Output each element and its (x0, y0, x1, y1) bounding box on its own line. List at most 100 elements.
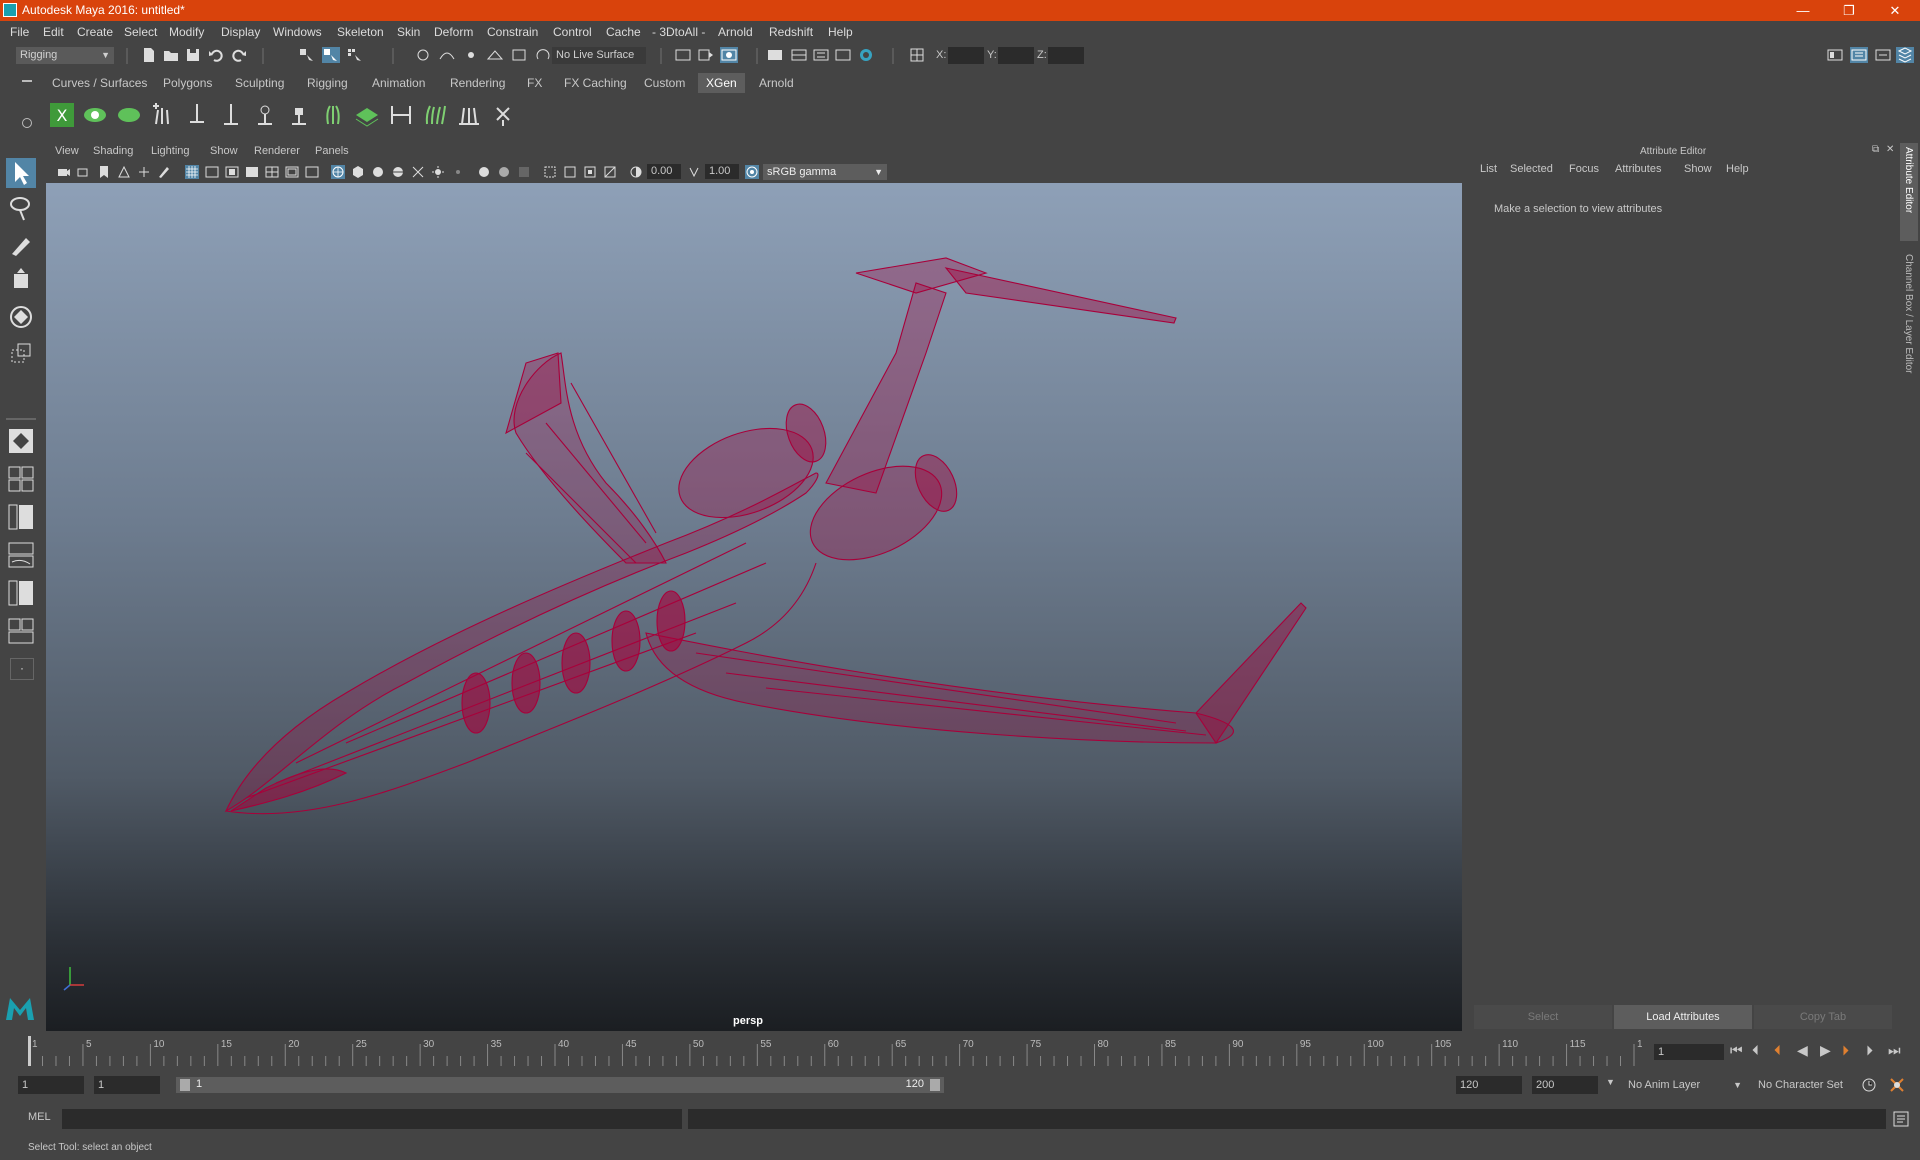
gamma-field[interactable]: 1.00 (705, 164, 739, 179)
z-coordinate-field[interactable] (1048, 47, 1084, 64)
single-perspective-layout-icon[interactable] (8, 428, 34, 454)
range-end-handle[interactable] (930, 1079, 940, 1091)
render-frame-icon[interactable] (697, 47, 715, 63)
current-frame-field[interactable]: 1 (1654, 1044, 1724, 1060)
xgen-editor-icon[interactable]: X (49, 102, 75, 128)
shelf-tab-curves-surfaces[interactable]: Curves / Surfaces (44, 73, 155, 93)
snap-plane-icon[interactable] (486, 47, 504, 63)
side-tab-channel-box[interactable]: Channel Box / Layer Editor (1900, 250, 1918, 400)
menuset-dropdown[interactable]: Rigging ▼ (16, 47, 114, 64)
ae-menu-focus[interactable]: Focus (1569, 163, 1599, 175)
2d-pan-icon[interactable] (137, 165, 151, 179)
step-back-frame-icon[interactable]: ⏴ (1752, 1042, 1759, 1059)
viewport-menu-panels[interactable]: Panels (315, 145, 349, 157)
playback-end-field[interactable]: 120 (1456, 1076, 1522, 1094)
render-view-icon[interactable] (674, 47, 692, 63)
colorspace-dropdown[interactable]: sRGB gamma ▼ (763, 164, 887, 180)
lights-icon[interactable] (431, 165, 445, 179)
grass-clump-icon[interactable] (422, 102, 448, 128)
shelf-tab-sculpting[interactable]: Sculpting (227, 73, 292, 93)
jet-wireframe-model[interactable] (46, 183, 1462, 1031)
minimize-button[interactable]: — (1780, 0, 1826, 21)
xgen-clear-preview-icon[interactable] (116, 102, 142, 128)
menu-help[interactable]: Help (828, 25, 853, 39)
xray-icon[interactable] (411, 165, 425, 179)
ae-menu-show[interactable]: Show (1684, 163, 1712, 175)
anim-start-field[interactable]: 1 (18, 1076, 84, 1094)
step-forward-key-icon[interactable]: ⏵ (1842, 1042, 1849, 1059)
menu-windows[interactable]: Windows (273, 25, 322, 39)
paint-select-tool-icon[interactable] (6, 230, 36, 260)
persp-outliner-layout-icon[interactable] (8, 504, 34, 530)
film-gate-icon[interactable] (205, 165, 219, 179)
select-by-hierarchy-icon[interactable] (298, 47, 316, 63)
select-tool-icon[interactable] (6, 158, 36, 188)
load-attributes-button[interactable]: Load Attributes (1614, 1005, 1752, 1029)
four-view-layout-icon[interactable] (8, 466, 34, 492)
viewport-menu-show[interactable]: Show (210, 145, 238, 157)
shelf-menu-icon[interactable] (22, 80, 32, 82)
wireframe-icon[interactable] (331, 165, 345, 179)
command-input[interactable] (62, 1109, 682, 1129)
side-tab-attribute-editor[interactable]: Attribute Editor (1900, 143, 1918, 241)
menu-cache[interactable]: Cache (606, 25, 641, 39)
image-plane-icon[interactable] (117, 165, 131, 179)
exposure-icon[interactable] (629, 165, 643, 179)
textured-icon[interactable] (391, 165, 405, 179)
more-layouts-icon[interactable]: · (10, 658, 34, 680)
safe-title-icon[interactable] (305, 165, 319, 179)
camera-icon[interactable] (57, 165, 71, 179)
shelf-tab-polygons[interactable]: Polygons (155, 73, 220, 93)
transform-mode-icon[interactable] (908, 47, 926, 63)
menu-modify[interactable]: Modify (169, 25, 204, 39)
render-layout-icon[interactable] (8, 618, 34, 644)
menu-control[interactable]: Control (553, 25, 592, 39)
modeling-toolkit-icon[interactable] (1826, 47, 1844, 63)
copy-tab-button[interactable]: Copy Tab (1754, 1005, 1892, 1029)
guide-toggle-icon[interactable] (252, 102, 278, 128)
playback-start-field[interactable]: 1 (94, 1076, 160, 1094)
resolution-gate-icon[interactable] (225, 165, 239, 179)
anim-preferences-icon[interactable] (1888, 1076, 1906, 1094)
motion-blur-icon[interactable] (497, 165, 511, 179)
select-by-object-icon[interactable] (322, 47, 340, 63)
isolate-select-icon[interactable] (543, 165, 557, 179)
ipr-render-icon[interactable] (720, 47, 738, 63)
grass-flat-icon[interactable] (456, 102, 482, 128)
bookmark-icon[interactable] (97, 165, 111, 179)
menu-constrain[interactable]: Constrain (487, 25, 538, 39)
render-settings-icon[interactable] (766, 47, 784, 63)
xray-components-icon[interactable] (583, 165, 597, 179)
shelf-tab-rendering[interactable]: Rendering (442, 73, 513, 93)
guide-stretch-icon[interactable] (388, 102, 414, 128)
perspective-viewport[interactable]: persp (46, 183, 1462, 1031)
menu-create[interactable]: Create (77, 25, 113, 39)
color-management-icon[interactable] (745, 165, 759, 179)
xgen-layers-icon[interactable] (354, 102, 380, 128)
shelf-tab-custom[interactable]: Custom (636, 73, 693, 93)
snap-point-icon[interactable] (462, 47, 480, 63)
rotate-tool-icon[interactable] (6, 302, 36, 332)
y-coordinate-field[interactable] (998, 47, 1034, 64)
menu-redshift[interactable]: Redshift (769, 25, 813, 39)
exposure-field[interactable]: 0.00 (647, 164, 681, 179)
redo-icon[interactable] (230, 47, 248, 63)
xray-joints-icon[interactable] (563, 165, 577, 179)
safe-action-icon[interactable] (285, 165, 299, 179)
grease-pencil-icon[interactable] (157, 165, 171, 179)
play-forward-icon[interactable]: ▶ (1820, 1042, 1831, 1059)
menu-file[interactable]: File (10, 25, 29, 39)
guide-lock-icon[interactable] (286, 102, 312, 128)
shelf-tab-fx[interactable]: FX (519, 73, 550, 93)
step-back-key-icon[interactable]: ⏴ (1774, 1042, 1781, 1059)
shelf-tab-xgen[interactable]: XGen (698, 73, 745, 93)
open-scene-icon[interactable] (162, 47, 180, 63)
shelf-tab-animation[interactable]: Animation (364, 73, 433, 93)
viewport-menu-shading[interactable]: Shading (93, 145, 133, 157)
chevron-down-icon[interactable]: ▼ (1606, 1077, 1615, 1087)
script-language-toggle[interactable]: MEL (28, 1111, 51, 1123)
hypershade-layout-icon[interactable] (8, 580, 34, 606)
auto-key-icon[interactable] (1860, 1076, 1878, 1094)
tool-settings-icon[interactable] (1874, 47, 1892, 63)
time-slider[interactable]: 1 5 10 15 20 25 30 35 40 45 50 55 60 65 70 75 80 85 90 95 10… (24, 1036, 1642, 1066)
